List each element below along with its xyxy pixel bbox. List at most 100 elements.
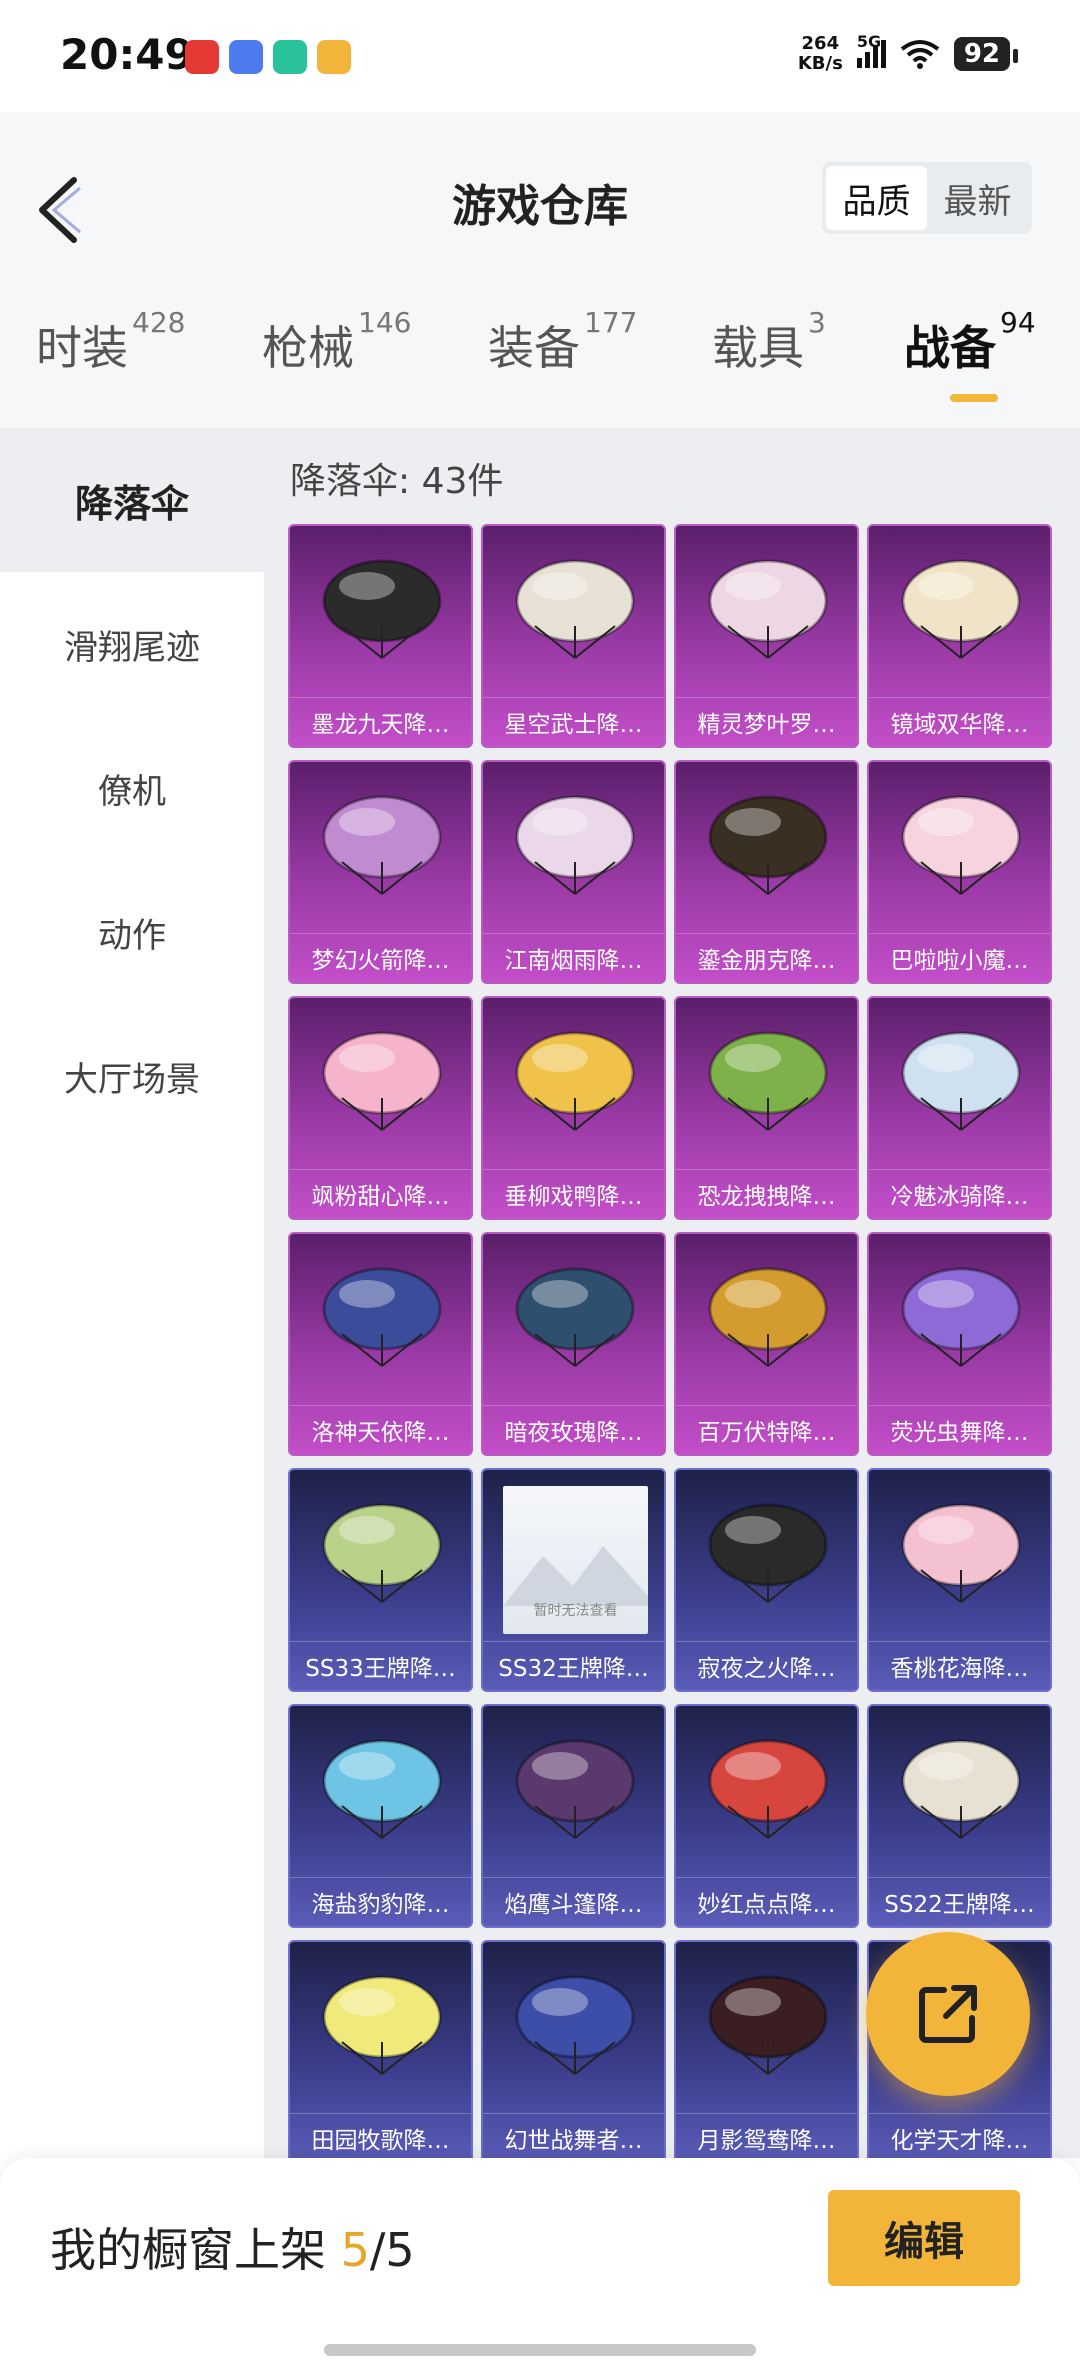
- parachute-icon: [515, 1267, 635, 1367]
- parachute-icon: [708, 1503, 828, 1603]
- app-notification-icon: [273, 40, 307, 74]
- parachute-icon: [322, 1975, 442, 2075]
- tab-label: 枪械: [262, 321, 354, 375]
- parachute-card[interactable]: 镜域双华降…: [867, 524, 1052, 748]
- parachute-name: 月影鸳鸯降…: [676, 2113, 857, 2158]
- sidebar-item-glide-trail[interactable]: 滑翔尾迹: [0, 572, 264, 716]
- parachute-card[interactable]: 暂时无法查看 SS32王牌降…: [481, 1468, 666, 1692]
- parachute-name: 焰鹰斗篷降…: [483, 1877, 664, 1926]
- status-bar: 20:49 264 KB/s 5G 92: [0, 0, 1080, 112]
- tab-count: 94: [1000, 306, 1036, 339]
- parachute-card[interactable]: 香桃花海降…: [867, 1468, 1052, 1692]
- network-speed: 264 KB/s: [798, 34, 843, 74]
- image-placeholder: 暂时无法查看: [503, 1486, 648, 1634]
- parachute-name: 镜域双华降…: [869, 697, 1050, 746]
- parachute-icon: [515, 1975, 635, 2075]
- parachute-card[interactable]: 江南烟雨降…: [481, 760, 666, 984]
- share-icon: [919, 1985, 977, 2043]
- parachute-name: 香桃花海降…: [869, 1641, 1050, 1690]
- app-notification-icon: [229, 40, 263, 74]
- parachute-name: 荧光虫舞降…: [869, 1405, 1050, 1454]
- parachute-card[interactable]: SS22王牌降…: [867, 1704, 1052, 1928]
- wifi-icon: [900, 40, 940, 69]
- parachute-icon: [322, 1031, 442, 1131]
- parachute-name: 垂柳戏鸭降…: [483, 1169, 664, 1218]
- showcase-label: 我的橱窗上架: [50, 2223, 326, 2277]
- tab-count: 3: [808, 306, 826, 339]
- parachute-name: 墨龙九天降…: [290, 697, 471, 746]
- network-type: 5G: [856, 32, 882, 51]
- showcase-current: 5: [340, 2223, 370, 2277]
- header: 游戏仓库 品质 最新 时装 428 枪械 146 装备 177 载具 3 战备 94: [0, 112, 1080, 428]
- tab-label: 装备: [488, 321, 580, 375]
- parachute-icon: [901, 1267, 1021, 1367]
- parachute-icon: [708, 1975, 828, 2075]
- parachute-card[interactable]: 海盐豹豹降…: [288, 1704, 473, 1928]
- sort-quality-button[interactable]: 品质: [826, 166, 927, 230]
- edit-button[interactable]: 编辑: [828, 2190, 1020, 2286]
- parachute-card[interactable]: 梦幻火箭降…: [288, 760, 473, 984]
- parachute-name: SS33王牌降…: [290, 1641, 471, 1690]
- parachute-icon: [708, 1031, 828, 1131]
- parachute-name: SS32王牌降…: [483, 1641, 664, 1690]
- status-right: 264 KB/s 5G 92: [798, 32, 1019, 74]
- tab-combat-gear[interactable]: 战备 94: [904, 306, 1036, 378]
- parachute-card[interactable]: 鎏金朋克降…: [674, 760, 859, 984]
- tab-label: 战备: [904, 321, 996, 375]
- battery-indicator: 92: [953, 37, 1019, 71]
- sort-latest-button[interactable]: 最新: [927, 166, 1028, 230]
- parachute-name: 梦幻火箭降…: [290, 933, 471, 982]
- parachute-card[interactable]: 巴啦啦小魔…: [867, 760, 1052, 984]
- sidebar-item-parachute[interactable]: 降落伞: [0, 428, 264, 572]
- parachute-icon: [515, 795, 635, 895]
- category-tabs: 时装 428 枪械 146 装备 177 载具 3 战备 94: [0, 306, 1080, 422]
- item-count: 降落伞: 43件: [290, 461, 504, 502]
- parachute-card[interactable]: 暗夜玫瑰降…: [481, 1232, 666, 1456]
- parachute-card[interactable]: 精灵梦叶罗…: [674, 524, 859, 748]
- parachute-icon: [708, 1267, 828, 1367]
- parachute-card[interactable]: 月影鸳鸯降…: [674, 1940, 859, 2158]
- parachute-card[interactable]: 洛神天依降…: [288, 1232, 473, 1456]
- parachute-card[interactable]: 星空武士降…: [481, 524, 666, 748]
- item-list-panel: 降落伞: 43件 墨龙九天降… 星空武士降… 精灵梦叶罗… 镜域双华降… 梦幻火箭降… 江…: [264, 428, 1080, 2158]
- sidebar-item-lobby-scene[interactable]: 大厅场景: [0, 1004, 264, 1148]
- parachute-card[interactable]: 垂柳戏鸭降…: [481, 996, 666, 1220]
- sidebar-item-wingman[interactable]: 僚机: [0, 716, 264, 860]
- parachute-icon: [901, 795, 1021, 895]
- parachute-card[interactable]: 飒粉甜心降…: [288, 996, 473, 1220]
- parachute-card[interactable]: 墨龙九天降…: [288, 524, 473, 748]
- tab-equipment[interactable]: 装备 177: [488, 306, 637, 378]
- parachute-icon: [322, 1503, 442, 1603]
- parachute-name: 幻世战舞者…: [483, 2113, 664, 2158]
- parachute-card[interactable]: 荧光虫舞降…: [867, 1232, 1052, 1456]
- tab-label: 时装: [36, 321, 128, 375]
- parachute-name: 寂夜之火降…: [676, 1641, 857, 1690]
- parachute-card[interactable]: 田园牧歌降…: [288, 1940, 473, 2158]
- tab-count: 428: [132, 306, 186, 339]
- network-speed-unit: KB/s: [797, 53, 843, 74]
- share-fab[interactable]: [866, 1932, 1030, 2096]
- notification-icons: [185, 40, 351, 74]
- parachute-card[interactable]: 百万伏特降…: [674, 1232, 859, 1456]
- parachute-card[interactable]: 焰鹰斗篷降…: [481, 1704, 666, 1928]
- sidebar-item-emote[interactable]: 动作: [0, 860, 264, 1004]
- parachute-icon: [901, 1739, 1021, 1839]
- parachute-card[interactable]: SS33王牌降…: [288, 1468, 473, 1692]
- parachute-card[interactable]: 幻世战舞者…: [481, 1940, 666, 2158]
- tab-vehicles[interactable]: 载具 3: [712, 306, 826, 378]
- parachute-card[interactable]: 寂夜之火降…: [674, 1468, 859, 1692]
- sidebar: 降落伞 滑翔尾迹 僚机 动作 大厅场景: [0, 428, 264, 2158]
- parachute-card[interactable]: 冷魅冰骑降…: [867, 996, 1052, 1220]
- parachute-name: 星空武士降…: [483, 697, 664, 746]
- parachute-card[interactable]: 妙红点点降…: [674, 1704, 859, 1928]
- parachute-card[interactable]: 恐龙拽拽降…: [674, 996, 859, 1220]
- tab-count: 177: [584, 306, 638, 339]
- app-notification-icon: [185, 40, 219, 74]
- parachute-name: 海盐豹豹降…: [290, 1877, 471, 1926]
- tab-fashion[interactable]: 时装 428: [36, 306, 185, 378]
- app-notification-icon: [317, 40, 351, 74]
- parachute-name: SS22王牌降…: [869, 1877, 1050, 1926]
- parachute-icon: [708, 559, 828, 659]
- tab-guns[interactable]: 枪械 146: [262, 306, 411, 378]
- home-indicator[interactable]: [324, 2344, 756, 2356]
